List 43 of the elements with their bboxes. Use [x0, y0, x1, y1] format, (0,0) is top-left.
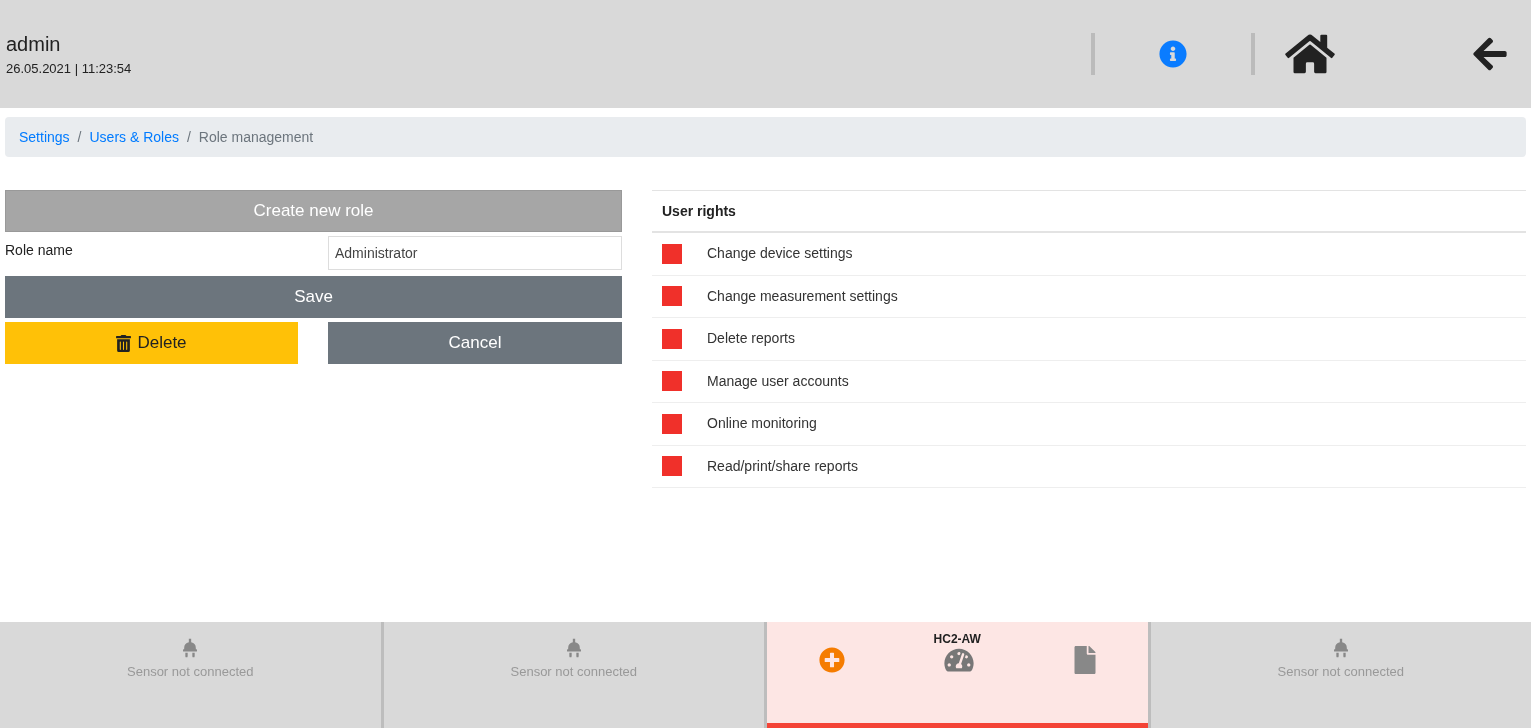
right-label: Manage user accounts: [707, 371, 849, 391]
breadcrumb-link[interactable]: Users & Roles: [89, 126, 179, 148]
right-checkbox[interactable]: [662, 328, 682, 349]
add-icon[interactable]: [819, 647, 845, 673]
document-icon[interactable]: [1073, 646, 1096, 674]
save-button[interactable]: Save: [5, 276, 622, 318]
role-name-label: Role name: [5, 241, 73, 260]
sensor-slot[interactable]: HC2-AW: [764, 622, 1148, 728]
sensor-status: Sensor not connected: [510, 663, 637, 681]
right-label: Change device settings: [707, 244, 853, 264]
date-time: 26.05.2021 | 11:23:54: [6, 60, 132, 79]
role-name-field[interactable]: Administrator: [328, 236, 622, 270]
plug-icon: [1333, 638, 1348, 658]
right-checkbox[interactable]: [662, 371, 682, 392]
sensor-status: Sensor not connected: [1277, 663, 1404, 681]
sensor-name: HC2-AW: [933, 631, 981, 648]
right-checkbox[interactable]: [662, 413, 682, 434]
right-checkbox[interactable]: [662, 286, 682, 307]
gauge-icon[interactable]: [943, 647, 976, 673]
home-icon[interactable]: [1285, 32, 1335, 76]
trash-icon: [116, 334, 132, 352]
sensor-slot[interactable]: Sensor not connected: [380, 622, 764, 728]
sensor-status: Sensor not connected: [127, 663, 254, 681]
user-name: admin: [6, 32, 62, 58]
right-label: Read/print/share reports: [707, 456, 858, 476]
back-arrow-icon[interactable]: [1471, 35, 1509, 73]
right-label: Change measurement settings: [707, 286, 898, 306]
breadcrumb-separator: /: [186, 127, 191, 147]
breadcrumb-link[interactable]: Settings: [19, 126, 70, 148]
breadcrumb-current: Role management: [198, 127, 314, 147]
plug-icon: [183, 638, 198, 658]
delete-button[interactable]: Delete: [5, 322, 298, 364]
right-checkbox[interactable]: [662, 243, 682, 264]
rights-heading: User rights: [662, 201, 736, 221]
sensor-slot[interactable]: Sensor not connected: [0, 622, 381, 728]
right-checkbox[interactable]: [662, 456, 682, 477]
right-label: Online monitoring: [707, 414, 817, 434]
sensor-slot[interactable]: Sensor not connected: [1147, 622, 1531, 728]
cancel-button[interactable]: Cancel: [328, 322, 622, 364]
breadcrumb-separator: /: [77, 127, 82, 147]
plug-icon: [566, 638, 581, 658]
right-label: Delete reports: [707, 329, 795, 349]
info-icon[interactable]: [1159, 40, 1187, 68]
